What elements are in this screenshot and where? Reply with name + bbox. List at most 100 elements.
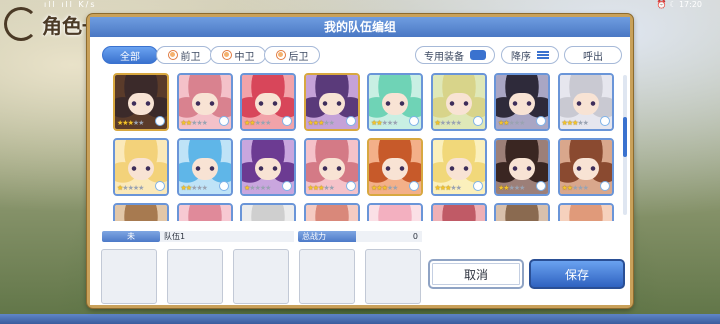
rank-badge-icon [345, 116, 356, 126]
star-icon: ★ [328, 119, 335, 127]
rank-badge-icon [218, 116, 229, 126]
rank-badge-icon [599, 116, 610, 126]
character-portrait [305, 205, 358, 221]
party-slot[interactable] [233, 249, 289, 304]
position-filter-tabs: 全部 前卫 中卫 后卫 [102, 46, 320, 64]
sort-icon [537, 51, 549, 59]
character-eyes [448, 101, 469, 106]
character-eyes [575, 101, 596, 106]
rank-badge-icon [218, 181, 229, 191]
character-card[interactable] [240, 203, 296, 221]
star-rating: ★★★★★ [181, 184, 208, 192]
star-icon: ★ [265, 119, 271, 127]
tab-all[interactable]: 全部 [102, 46, 158, 64]
tab-back[interactable]: 后卫 [264, 46, 320, 64]
roster-scroll-thumb[interactable] [623, 117, 627, 157]
equipment-label: 专用装备 [424, 51, 464, 63]
cancel-button[interactable]: 取消 [428, 259, 524, 289]
star-icon: ★ [519, 119, 525, 127]
star-rating: ★★★★★ [308, 119, 335, 127]
tab-all-label: 全部 [120, 51, 140, 63]
rank-badge-icon [345, 181, 356, 191]
character-card[interactable]: ★★★★★ [176, 73, 233, 131]
character-eyes [194, 101, 215, 106]
party-slot[interactable] [167, 249, 223, 304]
rank-badge-icon [599, 181, 610, 191]
rank-badge-icon [536, 181, 546, 191]
character-portrait [432, 205, 485, 221]
character-card[interactable]: ★★★★★ [557, 73, 614, 131]
star-rating: ★★★★★ [244, 119, 271, 127]
star-rating: ★★★★★ [435, 184, 462, 192]
star-icon: ★ [582, 184, 589, 192]
star-icon: ★ [392, 119, 398, 127]
star-icon: ★ [328, 184, 335, 192]
character-portrait [242, 205, 294, 221]
character-card[interactable] [494, 203, 550, 221]
tab-front-label: 前卫 [180, 51, 201, 63]
character-eyes [258, 101, 278, 106]
character-card[interactable]: ★★★★★ [430, 73, 487, 131]
character-card[interactable]: ★★★★★ [303, 73, 360, 131]
tab-back-label: 后卫 [288, 51, 309, 63]
character-eyes [321, 101, 342, 106]
character-card[interactable]: ★★★★★ [176, 138, 233, 196]
star-rating: ★★★★★ [435, 119, 462, 127]
tab-middle[interactable]: 中卫 [210, 46, 266, 64]
character-eyes [131, 166, 151, 171]
character-card[interactable]: ★★★★★ [303, 138, 360, 196]
character-card[interactable]: ★★★★★ [557, 138, 614, 196]
rank-badge-icon [282, 181, 292, 191]
character-card[interactable]: ★★★★★ [367, 138, 423, 196]
clock: ⏰ ☾ 17:20 [656, 0, 702, 9]
party-slot[interactable] [365, 249, 421, 304]
save-button[interactable]: 保存 [529, 259, 625, 289]
character-card[interactable]: ★★★★★ [430, 138, 487, 196]
character-card[interactable] [176, 203, 233, 221]
summon-button[interactable]: 呼出 [564, 46, 622, 64]
team-edit-dialog: 我的队伍编组 全部 前卫 中卫 后卫 专用装备 降序 呼出 ★★★★★ ★★★★★… [87, 14, 633, 308]
character-eyes [512, 166, 532, 171]
equipment-toggle-button[interactable]: 专用装备 [415, 46, 495, 64]
character-eyes [258, 166, 278, 171]
party-name: 队伍1 [160, 231, 294, 242]
character-portrait [369, 205, 421, 221]
character-card[interactable] [430, 203, 487, 221]
star-icon: ★ [201, 184, 208, 192]
character-card[interactable]: ★★★★★ [367, 73, 423, 131]
star-rating: ★★★★★ [371, 184, 398, 192]
party-slot[interactable] [101, 249, 157, 304]
character-card[interactable] [303, 203, 360, 221]
character-card[interactable]: ★★★★★ [494, 138, 550, 196]
character-card[interactable]: ★★★★★ [240, 73, 296, 131]
star-rating: ★★★★★ [562, 184, 589, 192]
star-icon: ★ [582, 119, 589, 127]
star-icon: ★ [138, 184, 144, 192]
character-card[interactable]: ★★★★★ [113, 138, 169, 196]
character-card[interactable] [367, 203, 423, 221]
character-card[interactable] [557, 203, 614, 221]
character-eyes [575, 166, 596, 171]
star-icon: ★ [455, 184, 462, 192]
star-rating: ★★★★★ [498, 184, 525, 192]
character-eyes [321, 166, 342, 171]
sort-order-button[interactable]: 降序 [501, 46, 559, 64]
star-icon: ★ [201, 119, 208, 127]
rank-badge-icon [472, 116, 483, 126]
character-card[interactable]: ★★★★★ [240, 138, 296, 196]
tab-front[interactable]: 前卫 [156, 46, 212, 64]
character-card[interactable]: ★★★★★ [494, 73, 550, 131]
party-slot[interactable] [299, 249, 355, 304]
character-card[interactable] [113, 203, 169, 221]
star-rating: ★★★★★ [244, 184, 271, 192]
total-power-value: 0 [356, 231, 422, 242]
character-portrait [559, 205, 612, 221]
star-rating: ★★★★★ [308, 184, 335, 192]
star-rating: ★★★★★ [562, 119, 589, 127]
character-card[interactable]: ★★★★★ [113, 73, 169, 131]
character-eyes [512, 101, 532, 106]
star-icon: ★ [519, 184, 525, 192]
total-power-label: 总战力 [298, 231, 364, 242]
rank-badge-icon [155, 181, 165, 191]
rank-badge-icon [409, 181, 419, 191]
